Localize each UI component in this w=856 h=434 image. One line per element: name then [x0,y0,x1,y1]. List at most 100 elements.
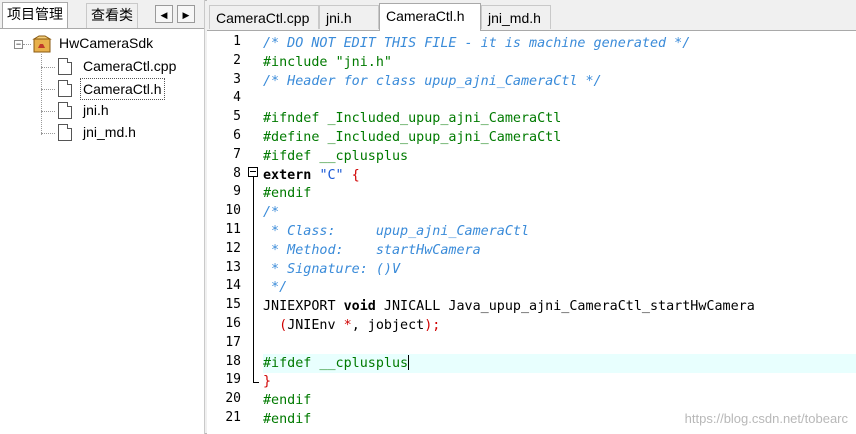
line-number-gutter: 1 2 3 4 5 6 7 8 9 10 11 12 13 14 15 16 17 18 19 20 21 [207,31,245,434]
code-token: * Method: startHwCamera [263,242,481,258]
line-number: 14 [225,278,241,294]
code-line: #ifdef __cplusplus [263,147,408,166]
file-icon [58,102,72,119]
code-line: #endif [263,184,311,203]
fold-end [253,382,259,383]
code-line: JNIEXPORT void JNICALL Java_upup_ajni_Ca… [263,297,755,316]
code-token: #define _Included_upup_ajni_CameraCtl [263,130,562,145]
code-line: extern "C" { [263,166,360,185]
line-number: 3 [233,71,241,87]
code-token: ); [424,318,441,333]
line-number: 11 [225,222,241,237]
line-number: 4 [233,90,241,106]
tab-cameractl-h[interactable]: CameraCtl.h [379,3,481,31]
line-number: 6 [233,128,241,143]
code-token: #endif [263,186,312,202]
code-token: * Class: upup_ajni_CameraCtl [263,224,530,239]
code-editor[interactable]: /* DO NOT EDIT THIS FILE - it is machine… [263,31,856,434]
code-token: */ [263,280,288,296]
tree-item-label: jni.h [83,102,109,118]
code-token: extern [263,167,320,183]
tab-cameractl-cpp[interactable]: CameraCtl.cpp [209,5,319,29]
code-token: #endif [263,412,312,427]
line-number: 5 [233,109,241,125]
tab-scroll-left-button[interactable]: ◀ [155,5,173,23]
arrow-right-icon: ▶ [182,10,190,20]
code-token: JNIEnv [287,318,344,333]
code-token: JNICALL Java_upup_ajni_CameraCtl_startHw… [375,299,755,315]
fold-toggle-icon[interactable] [248,167,258,177]
code-line: * Method: startHwCamera [263,241,481,260]
code-token: #endif [263,393,312,409]
tab-project-manager[interactable]: 项目管理 [2,2,68,28]
line-number: 9 [233,184,241,200]
tree-connector [23,44,31,45]
line-number: 13 [225,259,241,275]
tab-class-view[interactable]: 查看类 [86,3,138,28]
watermark: https://blog.csdn.net/tobearc [684,411,848,426]
tree-item-cameractl-h[interactable]: CameraCtl.h [0,78,204,100]
code-line: * Signature: ()V [263,260,400,279]
line-number: 16 [225,316,241,331]
line-number: 8 [233,165,241,181]
code-line: } [263,372,271,391]
tree-item-label: CameraCtl.cpp [83,58,177,74]
line-number: 19 [225,372,241,388]
code-token: /* DO NOT EDIT THIS FILE - it is machine… [263,36,691,51]
line-number: 2 [233,52,241,68]
line-number: 15 [225,297,241,313]
code-line: #ifndef _Included_upup_ajni_CameraCtl [263,109,561,128]
project-folder-icon [32,35,52,53]
code-line: #define _Included_upup_ajni_CameraCtl [263,128,561,147]
code-line: /* DO NOT EDIT THIS FILE - it is machine… [263,34,690,53]
tree-item-label: jni_md.h [83,124,136,140]
file-icon [58,58,72,75]
code-token: * [343,318,352,333]
file-icon [58,124,72,141]
code-token: #include [263,54,336,70]
code-token: , jobject [351,318,425,333]
code-token: /* [263,205,280,221]
code-token: void [343,299,376,315]
tab-scroll-right-button[interactable]: ▶ [177,5,195,23]
text-caret [408,354,410,370]
tab-jni-h[interactable]: jni.h [319,5,379,29]
code-line: /* Header for class upup_ajni_CameraCtl … [263,72,602,91]
project-panel: 项目管理 查看类 ◀ ▶ − HwCameraSdk CameraCtl.cpp… [0,0,205,434]
code-line: #include "jni.h" [263,53,392,72]
code-line: #endif [263,410,311,429]
code-line: #endif [263,391,311,410]
line-number: 21 [225,410,241,425]
code-line: * Class: upup_ajni_CameraCtl [263,222,529,241]
tree-item-jni-h[interactable]: jni.h [0,100,204,120]
code-line: /* [263,203,279,222]
project-root-label[interactable]: HwCameraSdk [59,35,153,51]
line-number: 18 [225,353,241,369]
collapse-icon[interactable]: − [14,40,23,49]
code-token: /* Header for class upup_ajni_CameraCtl … [263,73,602,89]
code-token: "C" [319,167,344,183]
code-token: #ifndef _Included_upup_ajni_CameraCtl [263,111,562,127]
code-line: (JNIEnv *, jobject); [263,316,440,335]
line-number: 1 [233,34,241,49]
code-token: #ifdef __cplusplus [263,355,409,371]
code-token: ( [263,318,288,333]
file-icon [58,80,72,97]
code-token: #ifdef __cplusplus [263,148,409,164]
code-line: #ifdef __cplusplus [263,354,410,373]
code-line: */ [263,278,287,297]
line-number: 12 [225,240,241,256]
tab-jni-md-h[interactable]: jni_md.h [481,5,551,29]
fold-line [253,177,254,382]
project-panel-tabs: 项目管理 查看类 ◀ ▶ [0,0,204,29]
code-token: { [343,167,360,183]
tree-item-jni-md-h[interactable]: jni_md.h [0,122,204,142]
line-number: 17 [225,334,241,350]
arrow-left-icon: ◀ [160,10,168,20]
line-number: 10 [225,203,241,219]
line-number: 7 [233,146,241,162]
editor-tab-bar: CameraCtl.cpp jni.h CameraCtl.h jni_md.h [207,0,856,31]
code-token: "jni.h" [335,54,392,70]
code-token: JNIEXPORT [263,299,344,315]
tree-item-cameractl-cpp[interactable]: CameraCtl.cpp [0,56,204,76]
